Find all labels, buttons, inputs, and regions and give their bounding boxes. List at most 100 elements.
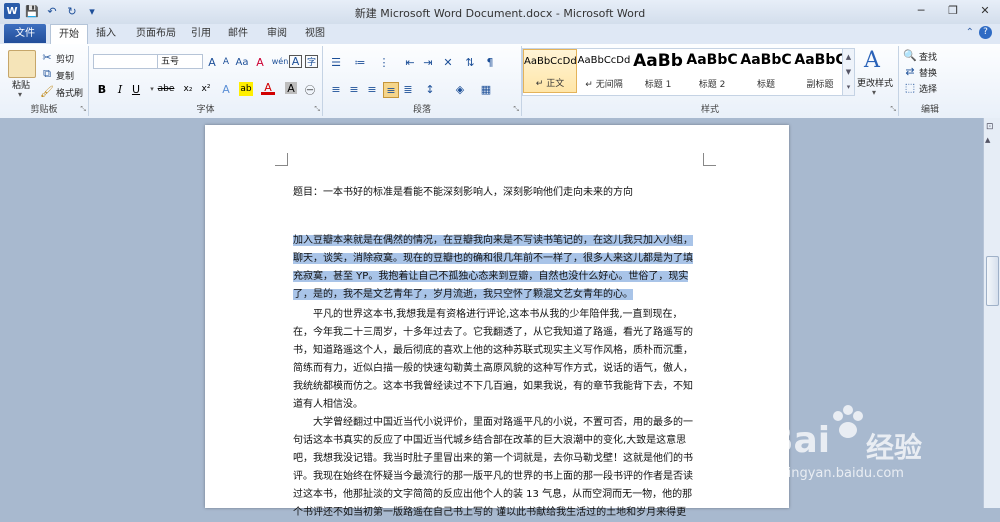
char-shading-icon[interactable]: A: [285, 82, 297, 95]
paw-icon: [833, 405, 863, 438]
style-subtitle[interactable]: AaBbC 副标题: [793, 49, 847, 93]
superscript-button[interactable]: x²: [199, 82, 213, 96]
gallery-up-icon[interactable]: ▲: [846, 53, 851, 61]
selected-line: 加入豆瓣本来就是在偶然的情况，在豆瓣我向来是不写读书笔记的，在这儿我只加入小组，: [293, 235, 693, 246]
bold-button[interactable]: B: [95, 82, 109, 96]
cut-button[interactable]: 剪切: [56, 52, 74, 65]
strikethrough-button[interactable]: abe: [158, 82, 175, 96]
ribbon-tabs: 文件 开始 插入 页面布局 引用 邮件 审阅 视图 ⌃ ?: [0, 24, 1000, 44]
tab-view[interactable]: 视图: [300, 24, 330, 43]
paragraph-group: ☰ ≔ ⋮ ⇤ ⇥ ✕ ⇅ ¶ ≡ ≡ ≡ ≡ ≣ ↕ ◈ ▦ 段落 ⤡: [323, 46, 522, 116]
scrollbar-thumb[interactable]: [986, 256, 999, 306]
watermark-url: jingyan.baidu.com: [784, 466, 904, 481]
chinese-layout-icon[interactable]: ✕: [441, 55, 455, 69]
close-button[interactable]: ✕: [976, 2, 994, 18]
select-icon[interactable]: ⬚: [903, 80, 917, 94]
ribbon-home: 粘贴 ▾ ✂ 剪切 ⧉ 复制 🖌 格式刷 剪贴板 ⤡ 五号 A A Aa A w…: [0, 44, 1000, 119]
char-border-icon[interactable]: A: [289, 55, 302, 68]
text-line: 简练而有力，近似白描一般的快速勾勒黄土高原风貌的这种写作方式，说话的语气，傲人，: [293, 363, 693, 374]
text-line: 书，知道路遥这个人，最后彻底的喜欢上他的这种苏联式现实主义写作风格，质朴而沉重，: [293, 345, 693, 356]
italic-button[interactable]: I: [113, 82, 127, 96]
align-center-icon[interactable]: ≡: [347, 82, 361, 96]
multilevel-list-icon[interactable]: ⋮: [377, 55, 391, 69]
clear-format-icon[interactable]: A: [253, 55, 267, 69]
replace-button[interactable]: 替换: [919, 66, 937, 79]
font-name-combo[interactable]: [93, 54, 159, 69]
copy-button[interactable]: 复制: [56, 69, 74, 82]
change-case-icon[interactable]: Aa: [235, 55, 249, 69]
ruler-toggle-icon[interactable]: ⊡: [986, 122, 994, 132]
justify-icon[interactable]: ≡: [383, 82, 399, 98]
text-line: 道有人相信没。: [293, 399, 363, 410]
change-styles-icon[interactable]: A: [864, 48, 880, 73]
font-size-combo[interactable]: 五号: [157, 54, 203, 69]
styles-launcher-icon[interactable]: ⤡: [890, 105, 896, 114]
scissors-icon[interactable]: ✂: [40, 50, 54, 64]
style-no-spacing[interactable]: AaBbCcDd ↵ 无间隔: [577, 49, 631, 93]
clipboard-group-label: 剪贴板: [30, 105, 58, 115]
find-button[interactable]: 查找: [919, 50, 937, 63]
align-left-icon[interactable]: ≡: [329, 82, 343, 96]
gallery-down-icon[interactable]: ▼: [846, 68, 851, 76]
decrease-indent-icon[interactable]: ⇤: [403, 55, 417, 69]
paragraph-launcher-icon[interactable]: ⤡: [513, 105, 519, 114]
font-launcher-icon[interactable]: ⤡: [314, 105, 320, 114]
replace-icon[interactable]: ⇄: [903, 64, 917, 78]
borders-icon[interactable]: ▦: [479, 82, 493, 96]
tab-file[interactable]: 文件: [4, 24, 46, 43]
select-button[interactable]: 选择: [919, 82, 937, 95]
text-effects-icon[interactable]: A: [219, 82, 233, 96]
style-heading-2[interactable]: AaBbC 标题 2: [685, 49, 739, 93]
style-title[interactable]: AaBbC 标题: [739, 49, 793, 93]
highlight-icon[interactable]: ab: [239, 82, 253, 96]
styles-gallery: AaBbCcDd ↵ 正文 AaBbCcDd ↵ 无间隔 AaBb 标题 1 A…: [522, 48, 847, 96]
enclose-char-icon[interactable]: 字: [305, 55, 318, 68]
change-styles-dropdown-icon[interactable]: ▾: [872, 88, 876, 97]
ribbon-minimize-icon[interactable]: ⌃: [966, 27, 974, 38]
restore-button[interactable]: ❐: [944, 2, 962, 18]
shading-icon[interactable]: ◈: [453, 82, 467, 96]
text-line: 吧，我想我没记错。我当时肚子里冒出来的第一个词就是，去你马勒戈壁！这就是他们的书: [293, 453, 693, 464]
distributed-icon[interactable]: ≣: [401, 82, 415, 96]
text-line: 我统统都模而仿之。这本书我曾经读过不下几百遍，如果我说，有的章节我能背下去，不知: [293, 381, 693, 392]
paste-icon[interactable]: [8, 50, 36, 78]
tab-insert[interactable]: 插入: [88, 24, 124, 43]
format-painter-icon[interactable]: 🖌: [40, 84, 54, 98]
document-page[interactable]: 题目：一本书好的标准是看能不能深刻影响人，深刻影响他们走向未来的方向 加入豆瓣本…: [205, 125, 789, 518]
window-title: 新建 Microsoft Word Document.docx - Micros…: [354, 7, 646, 20]
tab-home[interactable]: 开始: [50, 24, 88, 44]
paragraph-group-label: 段落: [412, 105, 431, 115]
clipboard-launcher-icon[interactable]: ⤡: [80, 105, 86, 114]
minimize-button[interactable]: ─: [912, 2, 930, 18]
gallery-more-icon[interactable]: ▾: [847, 83, 851, 91]
align-right-icon[interactable]: ≡: [365, 82, 379, 96]
grow-font-icon[interactable]: A: [205, 55, 219, 69]
show-marks-icon[interactable]: ¶: [483, 55, 497, 69]
underline-button[interactable]: U: [129, 82, 143, 96]
tab-review[interactable]: 审阅: [262, 24, 292, 43]
enclosed-char-icon[interactable]: ㊀: [303, 82, 317, 97]
tab-references[interactable]: 引用: [186, 24, 216, 43]
text-line: 评。我现在始终在怀疑当今最流行的那一版平凡的世界的书上面的那一段书评的作者是否读: [293, 471, 693, 482]
paste-dropdown-icon[interactable]: ▾: [18, 90, 22, 99]
line-spacing-icon[interactable]: ↕: [423, 82, 437, 96]
subscript-button[interactable]: x₂: [181, 82, 195, 96]
scroll-up-icon[interactable]: ▲: [985, 136, 990, 144]
style-heading-1[interactable]: AaBb 标题 1: [631, 49, 685, 93]
styles-gallery-scroll[interactable]: ▲ ▼ ▾: [842, 48, 855, 96]
copy-icon[interactable]: ⧉: [40, 67, 54, 81]
shrink-font-icon[interactable]: A: [219, 55, 233, 69]
selected-line: 充寂寞，甚至 YP。我抱着让自己不孤独心态来到豆瓣，自然也没什么好心。世俗了，现…: [293, 271, 689, 282]
sort-icon[interactable]: ⇅: [463, 55, 477, 69]
style-normal[interactable]: AaBbCcDd ↵ 正文: [523, 49, 577, 93]
bullets-icon[interactable]: ☰: [329, 55, 343, 69]
find-icon[interactable]: 🔍: [903, 48, 917, 62]
font-color-icon[interactable]: A: [261, 81, 275, 95]
tab-mailings[interactable]: 邮件: [222, 24, 254, 43]
phonetic-guide-icon[interactable]: wén: [272, 54, 289, 68]
help-icon[interactable]: ?: [979, 26, 992, 39]
tab-page-layout[interactable]: 页面布局: [128, 24, 184, 43]
numbering-icon[interactable]: ≔: [353, 55, 367, 69]
increase-indent-icon[interactable]: ⇥: [421, 55, 435, 69]
format-painter-button[interactable]: 格式刷: [56, 86, 83, 99]
